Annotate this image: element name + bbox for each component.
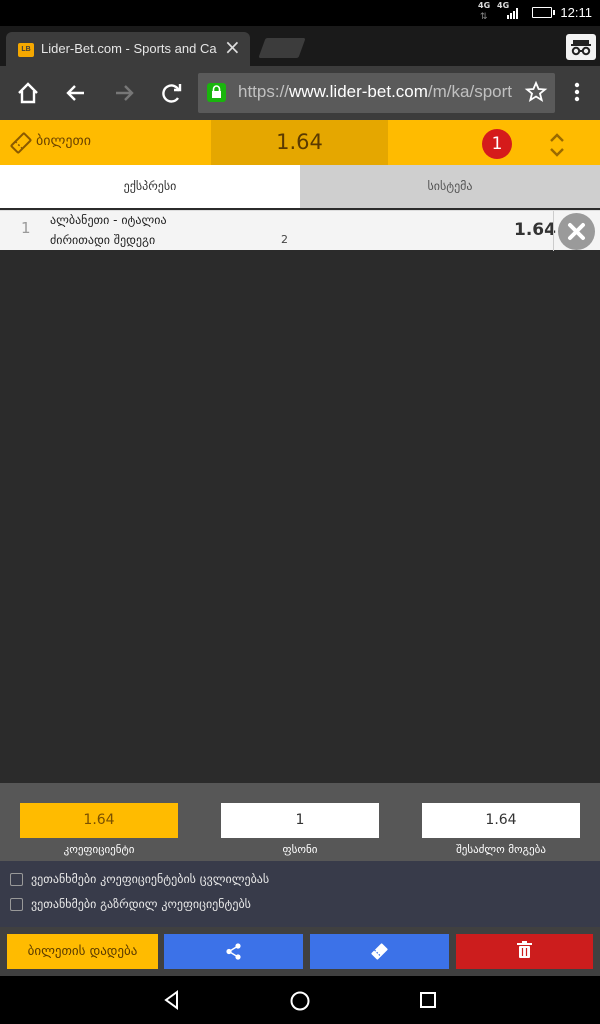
url-text: https://www.lider-bet.com/m/ka/sport [238,82,513,102]
system-nav-bar [0,976,600,1024]
share-button[interactable] [164,934,303,969]
home-icon[interactable] [12,77,44,109]
url-path: /m/ka/sport [427,82,512,101]
slip-summary: 1.64 1 1.64 კოეფიციენტი ფსონი შესაძლო მო… [0,783,600,861]
nav-back-icon[interactable] [162,990,182,1010]
status-bar: 4G 4G ⇅ 12:11 [0,0,600,26]
divider [553,211,554,251]
slip-count-badge: 1 [482,129,512,159]
bet-match: ალბანეთი - იტალია [50,213,167,227]
accept-changes-option[interactable]: ვეთანხმები კოეფიციენტების ცვლილებას [10,872,269,886]
address-bar[interactable]: https://www.lider-bet.com/m/ka/sport [198,73,555,113]
accept-increased-checkbox[interactable] [10,898,23,911]
slip-label: ბილეთი [36,133,91,149]
tab-system[interactable]: სისტემა [300,165,600,208]
browser-tab[interactable]: LB Lider-Bet.com - Sports and Ca × [6,32,250,66]
bookmark-star-icon[interactable] [524,80,548,104]
accept-increased-label: ვეთანხმები გაზრდილ კოეფიციენტებს [31,897,251,911]
tab-title: Lider-Bet.com - Sports and Ca [41,41,217,56]
accept-changes-label: ვეთანხმები კოეფიციენტების ცვლილებას [31,872,270,886]
menu-icon[interactable] [570,81,584,107]
back-icon[interactable] [60,77,92,109]
battery-icon [532,7,555,18]
slip-total-odds: 1.64 [211,120,388,165]
bet-odds: 1.64 [514,220,556,240]
bet-type-tabs: ექსპრესი სისტემა [0,165,600,208]
bet-pick: 2 [281,233,288,246]
incognito-icon[interactable] [566,34,596,60]
stake-input[interactable]: 1 [221,803,379,838]
place-bet-button[interactable]: ბილეთის დადება [7,934,158,969]
expand-collapse-icon[interactable] [546,132,568,158]
possible-win-value: 1.64 [422,803,580,838]
bet-index: 1 [21,219,31,237]
tab-express[interactable]: ექსპრესი [0,165,300,208]
browser-tab-strip: LB Lider-Bet.com - Sports and Ca × [0,26,600,66]
delete-slip-button[interactable] [456,934,593,969]
nav-home-icon[interactable] [289,990,311,1012]
coefficient-label: კოეფიციენტი [63,843,135,856]
slip-actions: ბილეთის დადება [0,927,600,976]
data-activity-icon: ⇅ [480,12,488,22]
remove-bet-icon[interactable] [558,213,595,250]
bet-market: ძირითადი შედეგი [50,233,156,247]
reload-icon[interactable] [156,77,188,109]
accept-increased-option[interactable]: ვეთანხმები გაზრდილ კოეფიციენტებს [10,897,251,911]
possible-win-label: შესაძლო მოგება [456,843,546,856]
slip-options: ვეთანხმები კოეფიციენტების ცვლილებას ვეთა… [0,861,600,927]
coefficient-value: 1.64 [20,803,178,838]
site-favicon: LB [18,43,34,57]
ticket-icon [10,132,32,154]
url-domain: www.lider-bet.com [289,82,428,101]
clock: 12:11 [560,5,592,20]
stake-label: ფსონი [282,843,318,856]
url-scheme: https:// [238,82,290,101]
nav-recents-icon[interactable] [419,991,437,1009]
new-tab-button[interactable] [258,38,306,58]
save-ticket-button[interactable] [310,934,449,969]
close-tab-icon[interactable]: × [224,35,241,59]
accept-changes-checkbox[interactable] [10,873,23,886]
bet-row: 1 ალბანეთი - იტალია ძირითადი შედეგი 2 1.… [0,210,600,251]
signal-icon [507,8,521,19]
lock-icon [207,83,226,102]
browser-toolbar: https://www.lider-bet.com/m/ka/sport [0,66,600,120]
network-type-1: 4G [478,1,491,10]
forward-icon[interactable] [108,77,140,109]
